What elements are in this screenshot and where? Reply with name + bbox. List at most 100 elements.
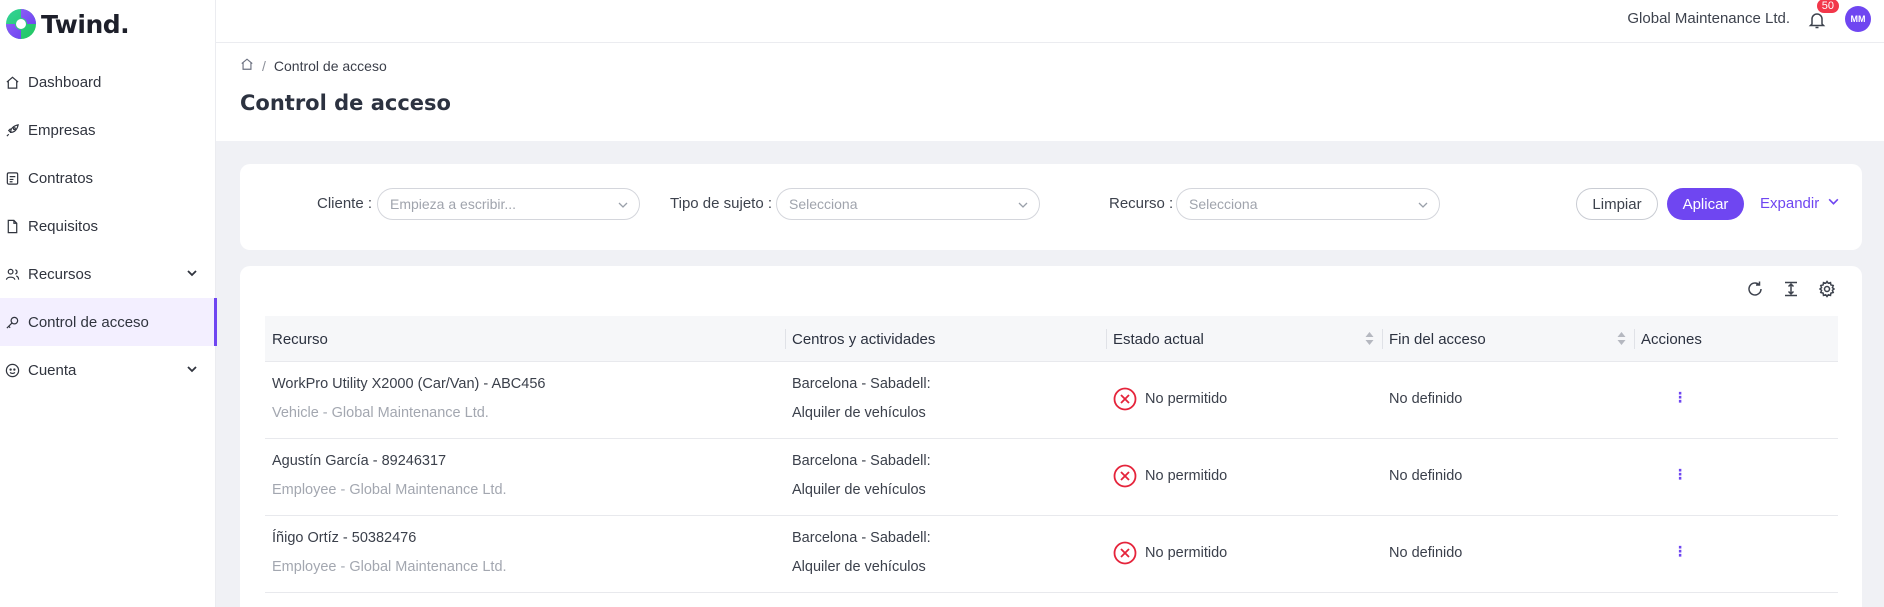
density-icon[interactable] [1782,280,1800,298]
sort-icon[interactable] [1617,332,1626,349]
resource-name[interactable]: Íñigo Ortíz - 50382476 [272,530,416,546]
resource-type: Vehicle - Global Maintenance Ltd. [272,405,489,421]
page-title: Control de acceso [240,91,451,115]
sidebar-item-label: Contratos [28,169,94,187]
resource-type: Employee - Global Maintenance Ltd. [272,559,507,575]
sidebar-item-recursos[interactable]: Recursos [0,250,216,298]
company-selector[interactable]: Global Maintenance Ltd. [1627,10,1790,27]
breadcrumb-current: Control de acceso [273,57,387,74]
clear-button[interactable]: Limpiar [1576,188,1658,220]
centro: Barcelona - Sabadell: [792,376,931,392]
home-icon [4,74,20,90]
sidebar-item-label: Empresas [28,121,96,139]
more-actions-icon[interactable]: ⋮ [1673,389,1687,406]
gear-icon[interactable] [1818,280,1836,298]
resource-type: Employee - Global Maintenance Ltd. [272,482,507,498]
breadcrumb: / Control de acceso [240,57,387,74]
home-icon[interactable] [240,57,254,74]
sidebar-item-label: Control de acceso [28,313,149,331]
chevron-down-icon[interactable] [186,266,198,283]
rocket-icon [4,122,20,138]
actividad: Alquiler de vehículos [792,482,926,498]
bell-icon[interactable] [1807,10,1827,30]
cliente-placeholder: Empieza a escribir... [390,196,517,212]
table-header: Recurso Centros y actividades Estado act… [265,316,1838,362]
resource-name[interactable]: WorkPro Utility X2000 (Car/Van) - ABC456 [272,376,545,392]
column-header-acciones: Acciones [1634,316,1702,362]
key-icon [4,314,20,330]
error-circle-icon [1113,541,1137,565]
fin-acceso: No definido [1389,468,1463,484]
table-row: Agustín García - 89246317 Employee - Glo… [265,439,1838,516]
more-actions-icon[interactable]: ⋮ [1673,466,1687,483]
filters-card: Cliente : Empieza a escribir... Tipo de … [240,164,1862,250]
status-text: No permitido [1145,468,1228,484]
page-header: / Control de acceso Control de acceso [216,43,1884,141]
sidebar-nav: Dashboard Empresas Contratos Requisitos … [0,58,217,394]
app-logo[interactable]: Twind. [5,8,130,40]
error-circle-icon [1113,387,1137,411]
expand-filters-button[interactable]: Expandir [1760,195,1840,212]
notification-badge: 50 [1816,0,1839,13]
tipo-sujeto-select[interactable]: Selecciona [776,188,1040,220]
resource-name[interactable]: Agustín García - 89246317 [272,453,446,469]
sidebar: Twind. Dashboard Empresas Contratos Requ… [0,0,217,607]
avatar[interactable]: MM [1845,6,1871,32]
top-bar: Global Maintenance Ltd. 50 MM [216,0,1884,43]
table-row: Íñigo Ortíz - 50382476 Employee - Global… [265,516,1838,593]
sidebar-item-dashboard[interactable]: Dashboard [0,58,216,106]
chevron-down-icon[interactable] [186,362,198,379]
sidebar-item-label: Recursos [28,265,92,283]
sidebar-item-label: Dashboard [28,73,102,91]
centro: Barcelona - Sabadell: [792,530,931,546]
cliente-input[interactable]: Empieza a escribir... [377,188,640,220]
sidebar-item-label: Requisitos [28,217,99,235]
fin-acceso: No definido [1389,391,1463,407]
centro: Barcelona - Sabadell: [792,453,931,469]
chevron-down-icon [1017,198,1029,214]
table-toolbar [1746,280,1836,298]
sidebar-item-cuenta[interactable]: Cuenta [0,346,216,394]
status-text: No permitido [1145,391,1228,407]
refresh-icon[interactable] [1746,280,1764,298]
sidebar-item-empresas[interactable]: Empresas [0,106,216,154]
apply-button[interactable]: Aplicar [1667,188,1744,220]
account-icon [4,362,20,378]
app-name: Twind. [41,9,130,39]
actividad: Alquiler de vehículos [792,405,926,421]
tipo-sujeto-label: Tipo de sujeto : [670,195,773,212]
results-card: Recurso Centros y actividades Estado act… [240,266,1862,607]
column-header-fin[interactable]: Fin del acceso [1382,316,1634,362]
expand-label: Expandir [1760,195,1820,212]
column-header-recurso: Recurso [272,330,328,348]
breadcrumb-separator: / [262,57,266,74]
chevron-down-icon [617,198,629,214]
sort-icon[interactable] [1365,332,1374,349]
error-circle-icon [1113,464,1137,488]
table-row: WorkPro Utility X2000 (Car/Van) - ABC456… [265,362,1838,439]
recurso-label: Recurso : [1109,195,1174,212]
sidebar-item-label: Cuenta [28,361,77,379]
cliente-label: Cliente : [317,195,373,212]
status-badge: No permitido [1113,464,1227,488]
column-header-estado[interactable]: Estado actual [1106,316,1382,362]
sidebar-item-requisitos[interactable]: Requisitos [0,202,216,250]
tipo-sujeto-placeholder: Selecciona [789,196,858,212]
sidebar-item-control-acceso[interactable]: Control de acceso [0,298,217,346]
recurso-select[interactable]: Selecciona [1176,188,1440,220]
contract-icon [4,170,20,186]
chevron-down-icon [1827,195,1840,212]
fin-acceso: No definido [1389,545,1463,561]
actividad: Alquiler de vehículos [792,559,926,575]
twind-logo-icon [5,8,37,40]
status-badge: No permitido [1113,541,1227,565]
sidebar-item-contratos[interactable]: Contratos [0,154,216,202]
status-text: No permitido [1145,545,1228,561]
chevron-down-icon [1417,198,1429,214]
status-badge: No permitido [1113,387,1227,411]
users-icon [4,266,20,282]
recurso-placeholder: Selecciona [1189,196,1258,212]
more-actions-icon[interactable]: ⋮ [1673,543,1687,560]
column-header-centros: Centros y actividades [785,316,1105,362]
document-icon [4,218,20,234]
